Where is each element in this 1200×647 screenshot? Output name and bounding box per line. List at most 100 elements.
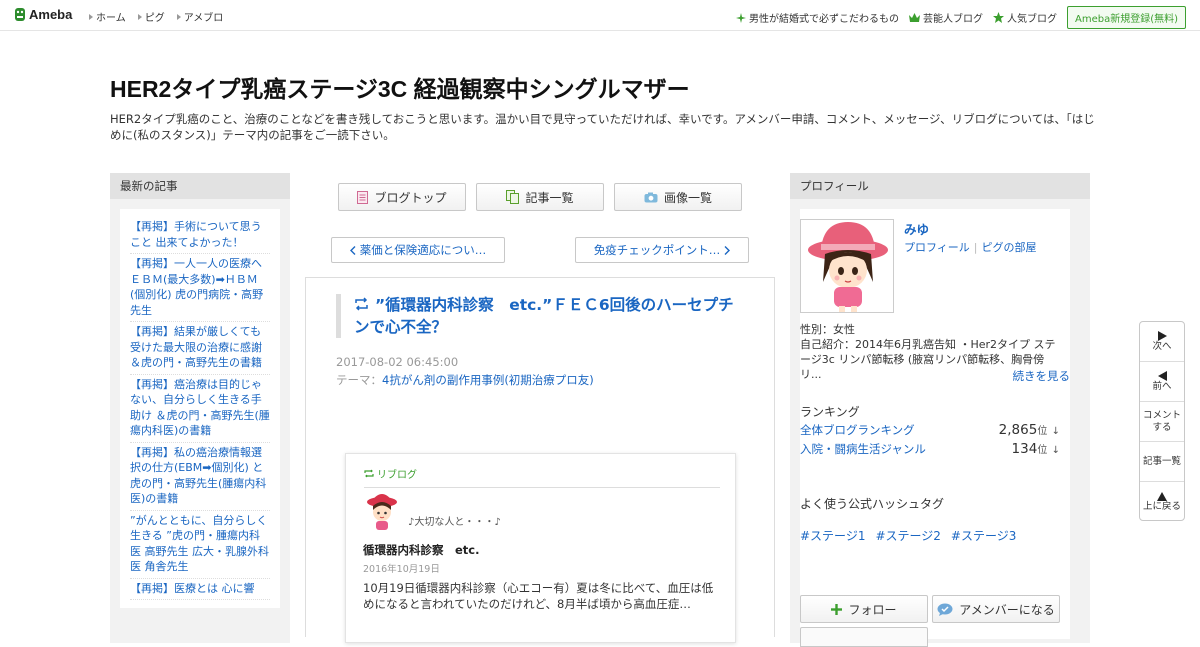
next-article-label: 免疫チェックポイント… — [593, 243, 721, 257]
hashtag-list: #ステージ1 #ステージ2 #ステージ3 — [800, 527, 1016, 544]
popular-blog-label: 人気ブログ — [1006, 14, 1057, 25]
comment-button[interactable]: コメントする — [1140, 402, 1184, 442]
back-to-top-label: 上に戻る — [1142, 500, 1181, 512]
theme-link[interactable]: 4抗がん剤の副作用事例(初期治療プロ友) — [382, 373, 594, 387]
triangle-icon — [137, 13, 142, 20]
rank-unit: 位 — [1037, 445, 1048, 456]
recent-articles-list: 【再掲】手術について思うこと 出来てよかった！ 【再掲】一人一人の医療へ ＥＢＭ… — [120, 209, 280, 608]
hashtag-link[interactable]: #ステージ1 — [800, 527, 865, 544]
read-more-link[interactable]: 続きを見る — [1013, 368, 1071, 384]
star-icon — [992, 12, 1004, 23]
profile-avatar[interactable] — [800, 219, 894, 313]
reblog-date: 2016年10月19日 — [363, 564, 440, 575]
trend-link-label: 男性が結婚式で必ずこだわるもの — [748, 14, 899, 25]
ranking-row-genre: 入院・闘病生活ジャンル 134位 ↓ — [800, 441, 1060, 457]
article-list-label: 記事一覧 — [525, 190, 574, 205]
blog-top-button[interactable]: ブログトップ — [338, 183, 466, 211]
recent-article-link[interactable]: 【再掲】一人一人の医療へ ＥＢＭ(最大多数)➡ＨＢＭ(個別化) 虎の門病院・高野… — [130, 254, 270, 322]
celebrity-blog-link[interactable]: 芸能人ブログ — [908, 10, 983, 25]
copy-icon — [506, 190, 520, 204]
image-list-button[interactable]: 画像一覧 — [614, 183, 742, 211]
reblog-icon — [355, 297, 368, 311]
article-list-button[interactable]: 記事一覧 — [476, 183, 604, 211]
rank-unit: 位 — [1037, 426, 1048, 437]
ranking-overall-value: 2,865位 ↓ — [999, 422, 1060, 438]
reblog-card[interactable]: リブログ ♪大切な人と・・・♪ 循環器内科診察 etc. 2016年10月19日… — [345, 453, 736, 643]
floating-nav: 次へ 前へ コメントする 記事一覧 上に戻る — [1139, 321, 1185, 521]
rank-arrow-icon: ↓ — [1051, 426, 1060, 437]
recent-article-link[interactable]: ”がんとともに、自分らしく生きる ”虎の門・腫瘍内科医 高野先生 広大・乳腺外科… — [130, 511, 270, 579]
ranking-overall-link[interactable]: 全体ブログランキング — [800, 422, 915, 438]
top-nav: ホーム ピグ アメブロ — [89, 9, 223, 24]
main-column: ブログトップ 記事一覧 画像一覧 薬価と保険適応につい… 免疫チェックポイント…… — [305, 173, 775, 643]
chevron-right-icon — [724, 245, 731, 255]
profile-link[interactable]: プロフィール — [904, 241, 970, 254]
article-date: 2017-08-02 06:45:00 — [336, 355, 459, 369]
ranking-genre-link[interactable]: 入院・闘病生活ジャンル — [800, 441, 926, 457]
hashtag-link[interactable]: #ステージ2 — [875, 527, 940, 544]
ameba-logo[interactable]: Ameba — [14, 7, 72, 22]
blog-top-label: ブログトップ — [374, 190, 447, 205]
left-sidebar: 最新の記事 【再掲】手術について思うこと 出来てよかった！ 【再掲】一人一人の医… — [110, 173, 290, 643]
blog-nav-buttons: ブログトップ 記事一覧 画像一覧 — [305, 183, 775, 211]
nav-ameblo[interactable]: アメブロ — [176, 9, 224, 24]
amember-button[interactable]: アメンバーになる — [932, 595, 1060, 623]
nav-ameblo-label: アメブロ — [183, 13, 224, 24]
reblog-label: リブログ — [377, 470, 417, 481]
prev-button[interactable]: 前へ — [1140, 362, 1184, 402]
sparkle-icon — [735, 12, 746, 23]
document-icon — [357, 190, 369, 204]
reverse-icon — [1157, 370, 1167, 381]
register-button[interactable]: Ameba新規登録(無料) — [1066, 6, 1186, 29]
recent-article-link[interactable]: 【再掲】癌治療は目的じゃない、自分らしく生きる手助け ＆虎の門・高野先生(腫瘍内… — [130, 375, 270, 443]
article-theme: テーマ：4抗がん剤の副作用事例(初期治療プロ友) — [336, 372, 594, 388]
recent-article-link[interactable]: 【再掲】医療とは 心に響 — [130, 579, 270, 600]
next-article-link[interactable]: 免疫チェックポイント… — [575, 237, 749, 263]
nav-pigg-label: ピグ — [144, 13, 165, 24]
article: ”循環器内科診察 etc.”ＦＥＣ6回後のハーセプチンで心不全？ 2017-08… — [305, 277, 775, 643]
reblog-title[interactable]: 循環器内科診察 etc. — [363, 542, 479, 558]
prev-label: 前へ — [1152, 380, 1172, 392]
nav-home[interactable]: ホーム — [89, 9, 126, 24]
profile-panel: みゆ プロフィール | ピグの部屋 性別：女性 自己紹介：2014年6月乳癌告知 ・… — [800, 209, 1071, 647]
recent-article-link[interactable]: 【再掲】私の癌治療情報選択の仕方(EBM➡個別化) と虎の門・高野先生(腫瘍内科… — [130, 443, 270, 511]
ranking-row-overall: 全体ブログランキング 2,865位 ↓ — [800, 422, 1060, 438]
ranking-heading: ランキング — [800, 405, 860, 419]
popular-blog-link[interactable]: 人気ブログ — [992, 10, 1057, 25]
recent-article-link[interactable]: 【再掲】手術について思うこと 出来てよかった！ — [130, 217, 270, 254]
nav-home-label: ホーム — [96, 13, 126, 24]
hashtag-link[interactable]: #ステージ3 — [951, 527, 1016, 544]
profile-name[interactable]: みゆ — [904, 219, 929, 238]
next-label: 次へ — [1152, 340, 1172, 352]
trend-link[interactable]: 男性が結婚式で必ずこだわるもの — [735, 10, 899, 25]
profile-links: プロフィール | ピグの部屋 — [904, 239, 1037, 255]
reblog-icon — [364, 469, 374, 478]
article-pager: 薬価と保険適応につい… 免疫チェックポイント… — [331, 237, 749, 263]
follow-button[interactable]: フォロー — [800, 595, 928, 623]
back-to-top-button[interactable]: 上に戻る — [1140, 482, 1184, 522]
article-list-float-button[interactable]: 記事一覧 — [1140, 442, 1184, 482]
article-list-float-label: 記事一覧 — [1142, 455, 1181, 467]
recent-articles-heading: 最新の記事 — [110, 173, 290, 199]
recent-article-link[interactable]: 【再掲】結果が厳しくても受けた最大限の治療に感謝 ＆虎の門・高野先生の書籍 — [130, 322, 270, 375]
reblog-user-name[interactable]: ♪大切な人と・・・♪ — [408, 513, 501, 528]
chevron-left-icon — [349, 245, 356, 255]
ranking-genre-value: 134位 ↓ — [1012, 441, 1060, 457]
blog-description: HER2タイプ乳癌のこと、治療のことなどを書き残しておこうと思います。温かい目で… — [110, 112, 1095, 142]
pigg-room-link[interactable]: ピグの部屋 — [982, 241, 1037, 254]
reblog-user-avatar[interactable] — [364, 492, 400, 532]
additional-button[interactable] — [800, 627, 928, 647]
reblog-excerpt: 10月19日循環器内科診察（心エコー有）夏は冬に比べて、血圧は低めになると言われ… — [363, 581, 714, 611]
follow-label: フォロー — [848, 602, 897, 617]
nav-pigg[interactable]: ピグ — [137, 9, 165, 24]
triangle-icon — [89, 13, 93, 20]
article-title[interactable]: ”循環器内科診察 etc.”ＦＥＣ6回後のハーセプチンで心不全？ — [336, 294, 736, 338]
play-icon — [1157, 330, 1167, 341]
logo-text: Ameba — [29, 7, 73, 22]
next-button[interactable]: 次へ — [1140, 322, 1184, 362]
crown-icon — [908, 13, 920, 22]
prev-article-link[interactable]: 薬価と保険適応につい… — [331, 237, 505, 263]
triangle-icon — [176, 13, 181, 20]
blog-title[interactable]: HER2タイプ乳癌ステージ3C 経過観察中シングルマザー — [110, 75, 1090, 103]
ameba-logo-icon — [15, 8, 25, 21]
